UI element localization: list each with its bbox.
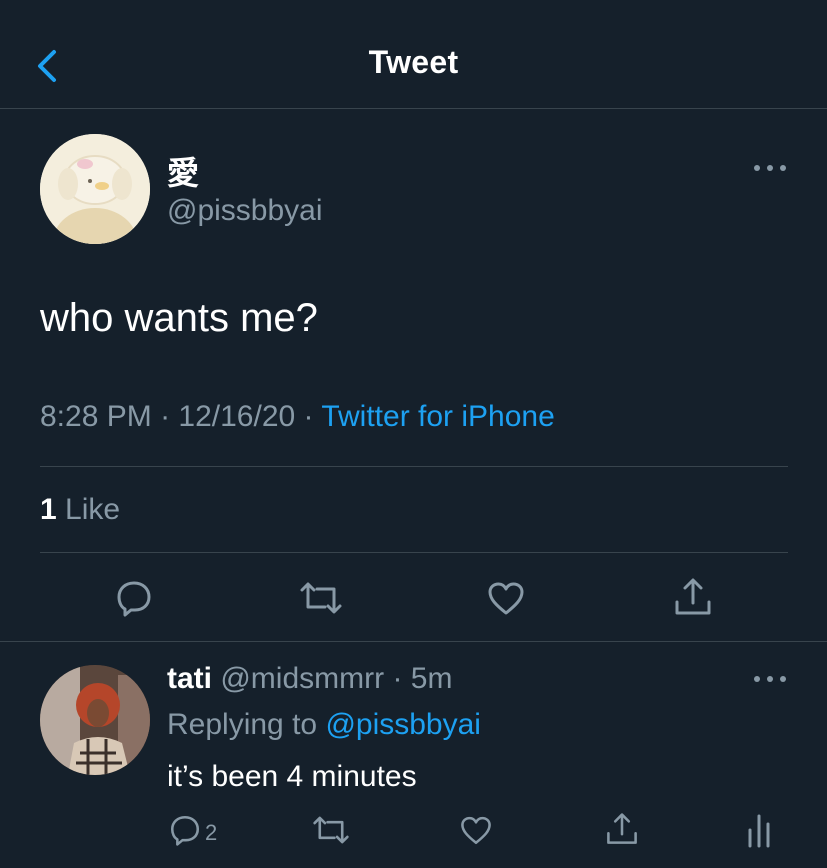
share-icon — [607, 813, 637, 844]
reply-text: it’s been 4 minutes — [167, 760, 417, 793]
reply-reply-button[interactable] — [168, 812, 202, 848]
tweet-source-link[interactable]: Twitter for iPhone — [321, 400, 554, 433]
reply-retweet-button[interactable] — [312, 812, 350, 848]
reply-like-button[interactable] — [459, 812, 493, 848]
retweet-icon — [300, 582, 342, 614]
like-count-label: Like — [65, 493, 121, 526]
meta-separator: · — [303, 400, 314, 433]
reply-icon — [117, 581, 151, 617]
user-handle[interactable]: @pissbbyai — [167, 194, 323, 228]
more-options-icon[interactable] — [750, 158, 790, 178]
tweet-meta: 8:28 PM · 12/16/20 · Twitter for iPhone — [40, 400, 555, 434]
like-icon — [461, 816, 491, 845]
reply-analytics-button[interactable] — [746, 812, 772, 850]
tweet-time: 8:28 PM — [40, 400, 152, 433]
divider — [0, 641, 827, 642]
retweet-button[interactable] — [299, 578, 343, 618]
reply-handle[interactable]: @midsmmrr — [220, 662, 384, 695]
reply-display-name[interactable]: tati — [167, 662, 212, 695]
analytics-icon — [748, 814, 770, 848]
top-bar: Tweet — [0, 0, 827, 109]
replying-to-handle[interactable]: @pissbbyai — [325, 708, 481, 741]
avatar-image — [40, 134, 150, 244]
avatar-image — [40, 665, 150, 775]
likes-count[interactable]: 1 Like — [40, 493, 120, 527]
divider — [40, 552, 788, 553]
like-count-number: 1 — [40, 493, 57, 526]
reply-time: 5m — [410, 662, 453, 695]
tweet-date: 12/16/20 — [178, 400, 296, 433]
like-icon — [488, 582, 524, 615]
share-icon — [675, 578, 711, 615]
reply-count: 2 — [205, 820, 218, 845]
avatar[interactable] — [40, 665, 150, 775]
reply-icon — [170, 815, 200, 846]
reply-share-button[interactable] — [605, 810, 639, 848]
display-name[interactable]: 愛 — [167, 148, 199, 194]
reply-button[interactable] — [114, 578, 154, 618]
meta-separator: · — [392, 662, 403, 695]
replying-to: Replying to @pissbbyai — [167, 708, 481, 742]
page-title: Tweet — [368, 44, 459, 80]
replying-to-label: Replying to — [167, 708, 318, 741]
divider — [40, 466, 788, 467]
retweet-icon — [313, 816, 349, 844]
like-button[interactable] — [486, 578, 526, 618]
meta-separator: · — [160, 400, 171, 433]
reply-header: tati @midsmmrr · 5m — [167, 662, 452, 696]
avatar[interactable] — [40, 134, 150, 244]
share-button[interactable] — [673, 576, 713, 618]
tweet-text: who wants me? — [40, 296, 318, 340]
more-options-icon[interactable] — [750, 669, 790, 689]
